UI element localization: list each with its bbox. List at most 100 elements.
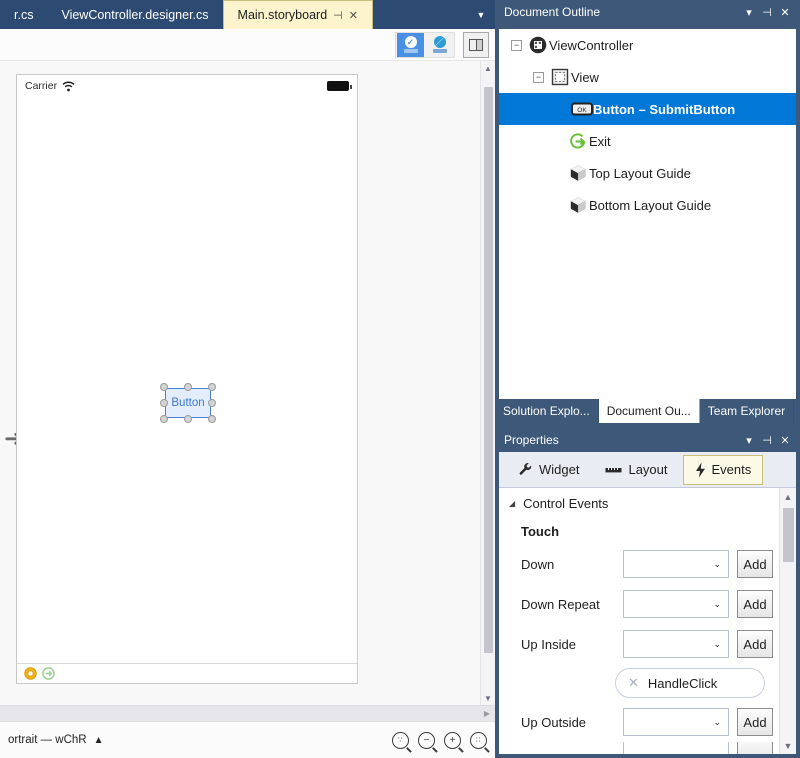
- add-handler-button-down-repeat[interactable]: Add: [737, 590, 773, 618]
- dropdown-icon[interactable]: ▾: [740, 434, 758, 447]
- tab-label: Main.storyboard: [237, 8, 328, 22]
- close-icon[interactable]: ✕: [349, 9, 358, 22]
- event-label: Up Outside: [521, 714, 587, 730]
- event-handler-combo-up-inside[interactable]: ⌄: [623, 630, 729, 658]
- triangle-expanded-icon[interactable]: ◢: [509, 499, 515, 508]
- tab-partial[interactable]: r.cs: [0, 0, 47, 29]
- handler-row-up-inside: ✕ HandleClick: [499, 664, 779, 702]
- editor-area: r.cs ViewController.designer.cs Main.sto…: [0, 0, 495, 758]
- resize-handle-s[interactable]: [184, 415, 192, 423]
- scroll-down-icon[interactable]: ▼: [780, 737, 796, 754]
- view-icon: [549, 68, 571, 86]
- resize-handle-sw[interactable]: [160, 415, 168, 423]
- document-outline-header: Document Outline ▾ ⊣ ✕: [495, 0, 800, 24]
- orientation-indicator[interactable]: ortrait — wChR ▲: [8, 734, 104, 746]
- collapse-toggle-icon[interactable]: −: [533, 71, 544, 83]
- add-label: Add: [743, 596, 767, 612]
- zoom-to-fit-icon[interactable]: ∵: [392, 731, 409, 749]
- dock-tab-document-outline[interactable]: Document Ou...: [598, 399, 700, 423]
- scroll-up-icon[interactable]: ▲: [780, 488, 796, 505]
- collapse-toggle-icon[interactable]: −: [511, 39, 522, 51]
- resize-handle-se[interactable]: [208, 415, 216, 423]
- event-label: Down Repeat: [521, 596, 600, 612]
- dock-tab-label: Document Ou...: [606, 404, 691, 418]
- storyboard-canvas[interactable]: ➜ Carrier Button: [0, 61, 480, 705]
- chevron-down-icon: ⌄: [713, 598, 721, 609]
- scroll-down-icon[interactable]: ▼: [481, 691, 495, 705]
- scroll-thumb[interactable]: [783, 508, 794, 562]
- canvas-vertical-scrollbar[interactable]: ▲ ▼: [480, 61, 495, 705]
- group-control-events[interactable]: ◢ Control Events: [499, 488, 779, 518]
- tab-widget[interactable]: Widget: [507, 455, 590, 485]
- remove-handler-icon[interactable]: ✕: [628, 675, 639, 691]
- zoom-toolbar: ∵ − + ∷: [392, 731, 487, 749]
- event-label: Up Inside: [521, 636, 576, 652]
- split-pane-icon: [469, 38, 483, 51]
- resize-handle-nw[interactable]: [160, 383, 168, 391]
- tab-viewcontroller-designer[interactable]: ViewController.designer.cs: [47, 0, 222, 29]
- editor-tab-strip: r.cs ViewController.designer.cs Main.sto…: [0, 0, 495, 29]
- tree-node-bottom-layout-guide[interactable]: Bottom Layout Guide: [499, 189, 796, 221]
- tab-events[interactable]: Events: [682, 454, 764, 485]
- pin-icon[interactable]: ⊣: [758, 434, 776, 447]
- add-handler-button-down[interactable]: Add: [737, 550, 773, 578]
- resize-handle-w[interactable]: [160, 399, 168, 407]
- zoom-in-icon[interactable]: +: [444, 731, 461, 749]
- tree-node-exit[interactable]: Exit: [499, 125, 796, 157]
- tree-node-view[interactable]: − View: [499, 61, 796, 93]
- scroll-thumb[interactable]: [484, 87, 493, 653]
- tab-layout[interactable]: Layout: [594, 455, 678, 485]
- pin-icon[interactable]: ⊣: [758, 6, 776, 19]
- tree-node-button-submitbutton[interactable]: OK Button – SubmitButton: [499, 93, 796, 125]
- dock-tab-team-explorer[interactable]: Team Explorer: [700, 399, 795, 423]
- event-handler-combo-down[interactable]: ⌄: [623, 550, 729, 578]
- pin-icon[interactable]: ⊣: [333, 9, 343, 22]
- split-view-toggle[interactable]: [463, 31, 489, 58]
- view-controller-icon: [527, 36, 549, 54]
- properties-scrollbar[interactable]: ▲ ▼: [779, 488, 796, 754]
- handler-chip-handleclick[interactable]: ✕ HandleClick: [615, 668, 765, 698]
- carrier-label: Carrier: [25, 80, 58, 92]
- resize-handle-e[interactable]: [208, 399, 216, 407]
- tree-node-viewcontroller[interactable]: − ViewController: [499, 29, 796, 61]
- tree-node-top-layout-guide[interactable]: Top Layout Guide: [499, 157, 796, 189]
- add-label: Add: [743, 714, 767, 730]
- zoom-actual-size-icon[interactable]: ∷: [470, 731, 487, 749]
- close-icon[interactable]: ✕: [776, 434, 794, 447]
- event-handler-combo-down-repeat[interactable]: ⌄: [623, 590, 729, 618]
- tab-main-storyboard[interactable]: Main.storyboard ⊣ ✕: [222, 0, 373, 29]
- chevron-down-icon[interactable]: ▼: [467, 0, 495, 29]
- triangle-up-icon[interactable]: ▲: [94, 735, 104, 746]
- document-outline-tree[interactable]: − ViewController − View OK Button – Subm…: [499, 29, 796, 399]
- device-frame[interactable]: Carrier: [16, 74, 358, 684]
- add-handler-button-clipped[interactable]: [737, 742, 773, 754]
- frame-toggle-icon[interactable]: ／: [426, 33, 453, 57]
- add-handler-button-up-outside[interactable]: Add: [737, 708, 773, 736]
- selected-widget[interactable]: Button: [160, 383, 216, 423]
- tree-node-label: Button – SubmitButton: [593, 101, 736, 117]
- close-icon[interactable]: ✕: [776, 6, 794, 19]
- properties-body[interactable]: ◢ Control Events Touch Down ⌄ Add Down R…: [499, 488, 779, 754]
- tree-node-label: Bottom Layout Guide: [589, 197, 712, 213]
- zoom-out-icon[interactable]: −: [418, 731, 435, 749]
- scroll-right-icon[interactable]: ▶: [479, 709, 495, 718]
- ios-button-label: Button: [171, 397, 205, 409]
- chevron-down-icon: ⌄: [713, 638, 721, 649]
- event-handler-combo-clipped[interactable]: [623, 742, 729, 754]
- constraints-toggle-icon[interactable]: ✓: [397, 32, 424, 57]
- ruler-icon: [605, 467, 622, 472]
- exit-icon: [567, 132, 589, 151]
- resize-handle-ne[interactable]: [208, 383, 216, 391]
- event-handler-combo-up-outside[interactable]: ⌄: [623, 708, 729, 736]
- dropdown-icon[interactable]: ▾: [740, 6, 758, 19]
- tree-node-label: Top Layout Guide: [589, 165, 691, 181]
- ios-button[interactable]: Button: [165, 388, 211, 418]
- dock-tab-solution-explorer[interactable]: Solution Explo...: [495, 399, 599, 423]
- add-handler-button-up-inside[interactable]: Add: [737, 630, 773, 658]
- properties-header: Properties ▾ ⊣ ✕: [495, 428, 800, 452]
- resize-handle-n[interactable]: [184, 383, 192, 391]
- canvas-horizontal-scrollbar[interactable]: ▶: [0, 705, 495, 721]
- event-row-up-outside: Up Outside ⌄ Add: [499, 702, 779, 742]
- scroll-up-icon[interactable]: ▲: [481, 61, 495, 75]
- device-footer: [17, 663, 357, 683]
